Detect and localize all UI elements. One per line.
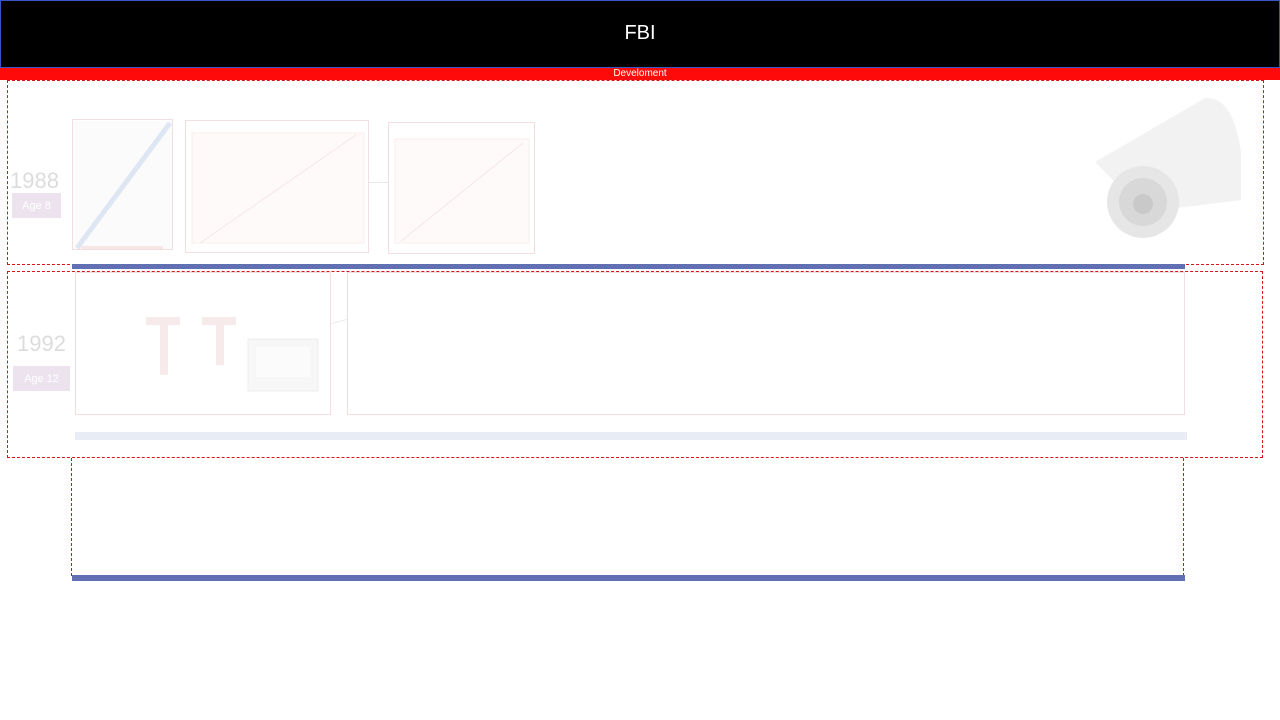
security-camera-icon — [1085, 92, 1245, 242]
equipment-photo-icon[interactable] — [75, 272, 331, 415]
timeline-band — [75, 432, 1187, 440]
document-photo-icon[interactable] — [185, 120, 369, 253]
blank-panel[interactable] — [347, 272, 1185, 415]
page-title: FBI — [624, 22, 656, 44]
empty-row-frame — [71, 458, 1184, 576]
connector-line — [369, 182, 388, 183]
page-subtitle: Develoment — [613, 68, 667, 79]
age-badge: Age 12 — [13, 366, 70, 391]
timeline-band — [72, 575, 1185, 581]
year-label: 1992 — [17, 331, 66, 356]
magazine-cover-icon[interactable] — [72, 119, 173, 250]
age-badge: Age 8 — [12, 193, 61, 218]
year-label: 1988 — [10, 168, 59, 193]
document-photo-icon[interactable] — [388, 122, 535, 254]
timeline-band — [72, 264, 1185, 269]
